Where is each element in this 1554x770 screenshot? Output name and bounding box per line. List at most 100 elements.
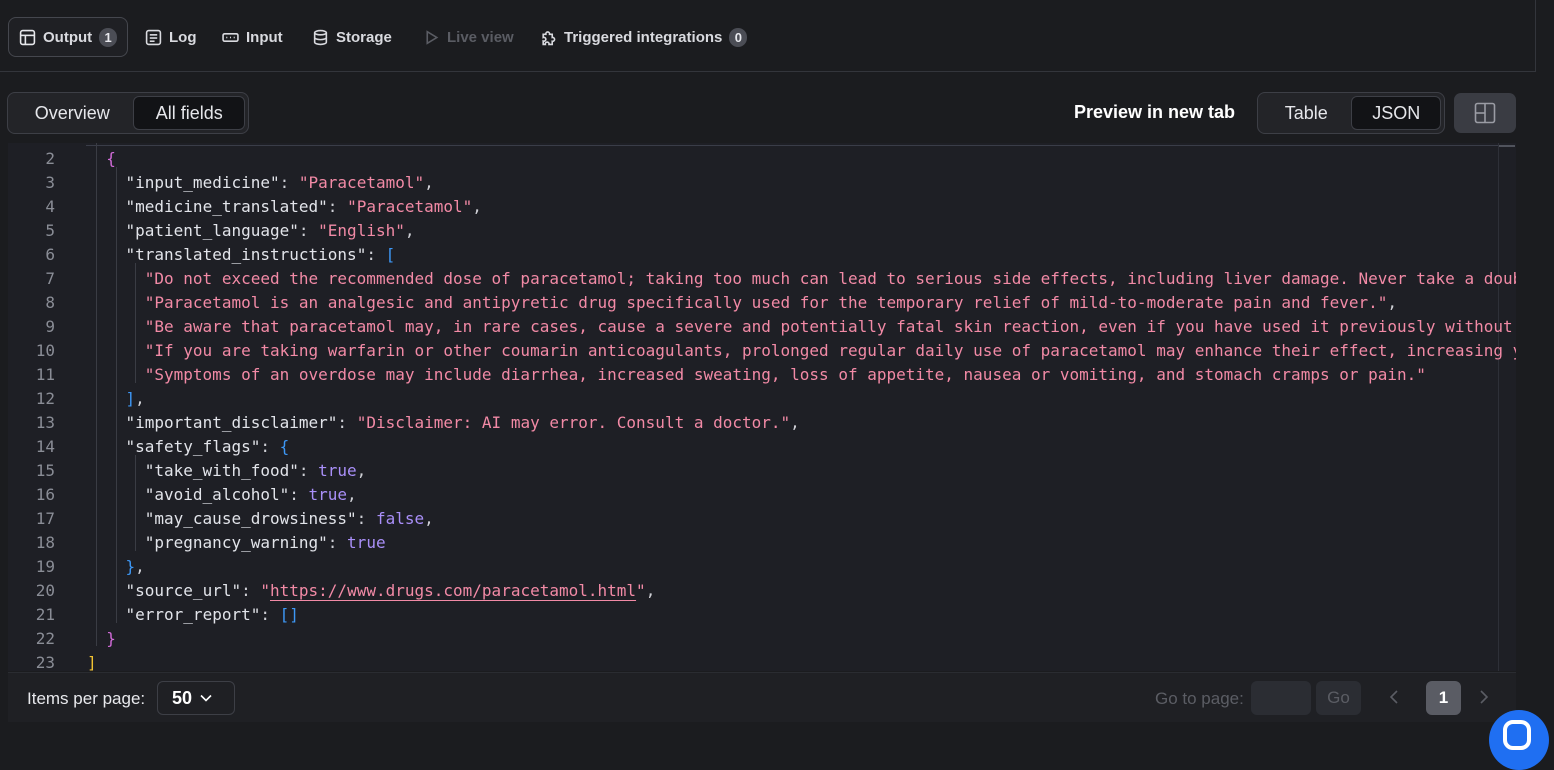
code-line: 17 "may_cause_drowsiness": false, (8, 507, 1516, 531)
code-text: }, (126, 555, 145, 579)
json-editor[interactable]: 2{3 "input_medicine": "Paracetamol", 4 "med… (8, 143, 1516, 671)
code-token: "If you are taking warfarin or other cou… (144, 341, 1516, 360)
code-token: "safety_flags" (125, 437, 261, 456)
code-token: "Disclaimer: AI may error. Consult a doc… (356, 413, 791, 432)
code-token: [] (279, 605, 299, 624)
table-option[interactable]: Table (1261, 96, 1351, 130)
chevron-down-icon (200, 694, 212, 702)
layout-icon (1474, 102, 1496, 124)
code-token: "patient_language" (125, 221, 299, 240)
code-text: "translated_instructions": [ (126, 243, 396, 267)
items-per-page-select[interactable]: 50 (157, 681, 235, 715)
code-token: ] (87, 653, 97, 671)
code-text: } (106, 627, 116, 651)
next-page-button[interactable] (1478, 687, 1490, 712)
code-token: "take_with_food" (144, 461, 299, 480)
code-token: "input_medicine" (125, 173, 280, 192)
line-number: 11 (35, 365, 55, 384)
code-token: "translated_instructions" (125, 245, 367, 264)
output-count-badge: 1 (99, 27, 118, 47)
code-text: "Paracetamol is an analgesic and antipyr… (145, 291, 1397, 315)
items-per-page-label: Items per page: (27, 689, 146, 708)
code-token: ] (125, 389, 136, 408)
code-token: , (404, 221, 415, 240)
code-text: "avoid_alcohol": true, (145, 483, 357, 507)
tab-output[interactable]: Output 1 (8, 17, 129, 57)
tab-live-view: Live view (423, 17, 514, 57)
code-token: , (424, 173, 434, 192)
code-text: "Symptoms of an overdose may include dia… (145, 363, 1426, 387)
code-token: : (298, 221, 319, 240)
line-number: 13 (35, 413, 55, 432)
code-line: 20 "source_url": "https://www.drugs.com/p… (8, 579, 1516, 603)
code-token: "important_disclaimer" (125, 413, 338, 432)
tab-storage[interactable]: Storage (312, 17, 392, 57)
code-token[interactable]: https://www.drugs.com/paracetamol.html (270, 581, 636, 600)
play-icon (426, 29, 439, 45)
json-option[interactable]: JSON (1351, 96, 1441, 130)
previous-page-button[interactable] (1388, 687, 1400, 712)
preview-in-new-tab-link[interactable]: Preview in new tab (1074, 102, 1235, 123)
code-line: 5 "patient_language": "English", (8, 219, 1516, 243)
line-number: 8 (45, 293, 55, 312)
line-number: 22 (35, 629, 55, 648)
tab-triggered-integrations[interactable]: Triggered integrations 0 (540, 17, 748, 57)
page-number-current[interactable]: 1 (1426, 681, 1461, 715)
tab-live-view-label: Live view (447, 28, 514, 46)
line-number: 3 (45, 173, 55, 192)
tab-input[interactable]: Input (222, 17, 283, 57)
code-text: "take_with_food": true, (145, 459, 367, 483)
code-token: "error_report" (125, 605, 261, 624)
tab-log[interactable]: Log (145, 17, 197, 57)
line-number: 18 (35, 533, 55, 552)
all-fields-option[interactable]: All fields (133, 96, 245, 130)
output-toolbar: Overview All fields Preview in new tab T… (0, 92, 1536, 136)
code-text: "input_medicine": "Paracetamol", (126, 171, 434, 195)
tab-output-label: Output (43, 28, 93, 46)
code-token: , (1387, 293, 1398, 312)
code-line: 21 "error_report": [] (8, 603, 1516, 627)
code-token: [ (385, 245, 396, 264)
code-text: "error_report": [] (126, 603, 299, 627)
split-layout-button[interactable] (1454, 93, 1516, 133)
code-token: : (260, 437, 280, 456)
code-text: "pregnancy_warning": true (145, 531, 386, 555)
code-token: "may_cause_drowsiness" (144, 509, 357, 528)
tab-storage-label: Storage (336, 28, 392, 46)
line-number: 21 (35, 605, 55, 624)
code-token: : (327, 533, 348, 552)
go-button[interactable]: Go (1316, 681, 1361, 715)
chevron-right-icon (1480, 690, 1489, 704)
code-line: 14 "safety_flags": { (8, 435, 1516, 459)
tab-input-label: Input (246, 28, 283, 46)
chat-support-button[interactable] (1489, 710, 1549, 770)
code-line: 12], (8, 387, 1516, 411)
code-token: "source_url" (125, 581, 242, 600)
code-token: } (106, 629, 116, 648)
tab-log-label: Log (169, 28, 197, 46)
line-number: 17 (35, 509, 55, 528)
editor-top-border (86, 145, 1498, 146)
code-token: : (279, 173, 299, 192)
code-token: "English" (318, 221, 405, 240)
view-mode-toggle: Overview All fields (7, 92, 249, 134)
code-token: " (260, 581, 270, 600)
code-token: true (347, 533, 386, 552)
go-to-page-input[interactable] (1251, 681, 1311, 715)
line-number: 9 (45, 317, 55, 336)
code-token: true (318, 461, 357, 480)
code-token: : (298, 461, 319, 480)
line-number: 4 (45, 197, 55, 216)
code-token: true (308, 485, 348, 504)
log-icon (145, 29, 162, 45)
code-text: "safety_flags": { (126, 435, 290, 459)
code-token: : (356, 509, 376, 528)
code-token: : (337, 413, 357, 432)
overview-option[interactable]: Overview (11, 96, 133, 130)
line-number: 20 (35, 581, 55, 600)
code-text: "may_cause_drowsiness": false, (145, 507, 434, 531)
code-text: "If you are taking warfarin or other cou… (145, 339, 1516, 363)
code-token: "Do not exceed the recommended dose of p… (144, 269, 1516, 288)
code-text: "important_disclaimer": "Disclaimer: AI … (126, 411, 800, 435)
line-number: 5 (45, 221, 55, 240)
